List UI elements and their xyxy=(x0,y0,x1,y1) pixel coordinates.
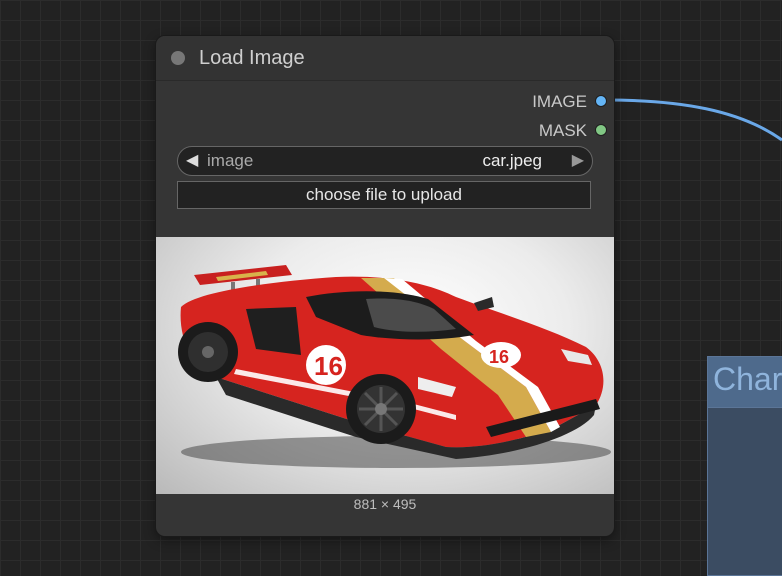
second-node-title-bar[interactable]: Char xyxy=(708,357,782,408)
car-image: 16 16 xyxy=(178,265,611,468)
image-combo-widget[interactable]: ◀ image car.jpeg ▶ xyxy=(177,146,593,176)
second-node-title: Char xyxy=(713,361,782,397)
image-widget-name: image xyxy=(207,151,254,170)
image-widget-value[interactable]: car.jpeg xyxy=(482,151,542,171)
second-node-partial[interactable]: Char xyxy=(707,356,782,576)
image-dimensions: 881 × 495 xyxy=(353,496,417,512)
node-title: Load Image xyxy=(199,47,305,69)
output-image-label: IMAGE xyxy=(532,92,587,111)
choose-file-upload-button[interactable]: choose file to upload xyxy=(177,181,591,209)
output-image-slot-icon[interactable] xyxy=(595,95,607,107)
triangle-left-icon[interactable]: ◀ xyxy=(186,150,198,170)
svg-text:16: 16 xyxy=(489,347,509,367)
output-mask-slot-icon[interactable] xyxy=(595,124,607,136)
load-image-node[interactable]: Load Image IMAGE MASK ◀ image car.jpeg ▶… xyxy=(156,36,614,536)
node-title-bar[interactable]: Load Image xyxy=(156,36,614,81)
svg-text:16: 16 xyxy=(314,351,343,381)
image-preview: 16 16 xyxy=(156,237,614,494)
output-mask-label: MASK xyxy=(538,121,587,140)
collapse-dot-icon[interactable] xyxy=(171,51,185,65)
triangle-right-icon[interactable]: ▶ xyxy=(572,150,584,170)
